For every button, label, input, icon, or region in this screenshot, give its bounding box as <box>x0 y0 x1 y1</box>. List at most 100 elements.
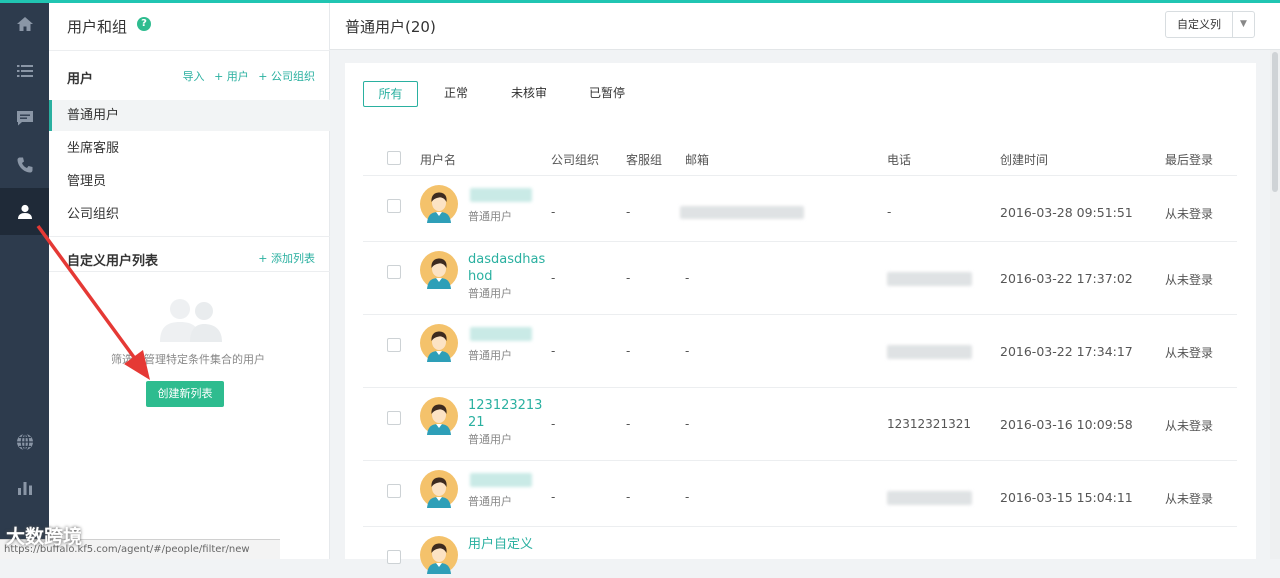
empty-description: 筛选、管理特定条件集合的用户 <box>111 353 265 366</box>
chevron-down-icon: ▼ <box>1232 12 1254 37</box>
user-role: 普通用户 <box>468 349 512 362</box>
row-divider <box>363 526 1237 527</box>
email-cell: - <box>685 417 690 431</box>
last-login-cell: 从未登录 <box>1165 492 1214 506</box>
page-scrollbar[interactable] <box>1270 50 1280 559</box>
user-role: 普通用户 <box>468 433 512 446</box>
tab-normal[interactable]: 正常 <box>433 81 479 107</box>
support-group-cell: - <box>626 490 631 504</box>
scrollbar-thumb[interactable] <box>1272 52 1278 192</box>
user-role: 普通用户 <box>468 287 512 300</box>
select-all-checkbox[interactable] <box>387 151 401 165</box>
created-time-cell: 2016-03-28 09:51:51 <box>1000 205 1133 220</box>
row-checkbox[interactable] <box>387 484 401 498</box>
phone-cell: - <box>887 205 892 219</box>
support-group-cell: - <box>626 344 631 358</box>
redacted-username <box>470 327 532 341</box>
redacted-email <box>680 206 804 219</box>
help-icon[interactable]: ? <box>137 17 151 31</box>
avatar <box>420 324 458 362</box>
rail-home[interactable] <box>0 0 49 47</box>
tab-all[interactable]: 所有 <box>363 81 418 107</box>
page-title: 普通用户(20) <box>345 18 436 36</box>
main-header: 普通用户(20) 自定义列 ▼ <box>330 0 1280 50</box>
users-table-card: 所有 正常 未核审 已暂停 用户名 公司组织 客服组 邮箱 电话 创建时间 最后… <box>345 63 1256 574</box>
row-divider <box>363 175 1237 176</box>
header-phone[interactable]: 电话 <box>887 151 911 168</box>
import-link[interactable]: 导入 <box>183 70 205 83</box>
redacted-phone <box>887 491 972 505</box>
user-role: 普通用户 <box>468 210 512 223</box>
customize-columns-label: 自定义列 <box>1177 18 1221 31</box>
email-cell: - <box>685 271 690 285</box>
add-user-link[interactable]: + 用户 <box>214 70 249 83</box>
created-time-cell: 2016-03-15 15:04:11 <box>1000 490 1133 505</box>
last-login-cell: 从未登录 <box>1165 346 1214 360</box>
nav-organizations[interactable]: 公司组织 <box>49 199 330 230</box>
customize-columns-dropdown[interactable]: 自定义列 ▼ <box>1165 11 1255 38</box>
organization-cell: - <box>551 205 556 219</box>
organization-cell: - <box>551 417 556 431</box>
last-login-cell: 从未登录 <box>1165 207 1214 221</box>
rail-globe[interactable] <box>0 418 49 465</box>
row-checkbox[interactable] <box>387 199 401 213</box>
add-list-link[interactable]: + 添加列表 <box>258 250 315 266</box>
avatar <box>420 536 458 574</box>
header-support-group[interactable]: 客服组 <box>626 151 662 168</box>
people-placeholder-icon <box>160 299 222 342</box>
header-email[interactable]: 邮箱 <box>685 151 709 168</box>
avatar <box>420 397 458 435</box>
redacted-username <box>470 188 532 202</box>
row-checkbox[interactable] <box>387 411 401 425</box>
user-icon <box>17 204 32 219</box>
redacted-phone <box>887 272 972 286</box>
rail-users[interactable] <box>0 188 49 235</box>
avatar <box>420 251 458 289</box>
divider <box>49 50 330 51</box>
phone-cell: 12312321321 <box>887 417 971 431</box>
users-section-links: 导入 + 用户 + 公司组织 <box>177 68 315 84</box>
username-link[interactable]: dasdasdhashod <box>468 251 548 285</box>
username-link[interactable]: 12312321321 <box>468 397 548 431</box>
created-time-cell: 2016-03-22 17:34:17 <box>1000 344 1133 359</box>
nav-agents[interactable]: 坐席客服 <box>49 133 330 164</box>
row-checkbox[interactable] <box>387 265 401 279</box>
user-role: 普通用户 <box>468 495 512 508</box>
redacted-phone <box>887 345 972 359</box>
header-organization[interactable]: 公司组织 <box>551 151 599 168</box>
users-groups-panel: 用户和组 ? 用户 导入 + 用户 + 公司组织 普通用户 坐席客服 管理员 公… <box>49 0 330 559</box>
row-checkbox[interactable] <box>387 550 401 564</box>
nav-admins[interactable]: 管理员 <box>49 166 330 197</box>
row-divider <box>363 460 1237 461</box>
list-icon <box>16 64 33 77</box>
avatar <box>420 185 458 223</box>
organization-cell: - <box>551 271 556 285</box>
watermark-text: 大数跨境 <box>6 526 83 548</box>
row-divider <box>363 387 1237 388</box>
create-list-button[interactable]: 创建新列表 <box>146 381 224 407</box>
created-time-cell: 2016-03-22 17:37:02 <box>1000 271 1133 286</box>
nav-regular-users[interactable]: 普通用户 <box>49 100 330 131</box>
rail-list[interactable] <box>0 47 49 94</box>
rail-phone[interactable] <box>0 141 49 188</box>
rail-stats[interactable] <box>0 464 49 511</box>
top-accent-line <box>0 0 1280 3</box>
header-username[interactable]: 用户名 <box>420 151 456 168</box>
add-org-link[interactable]: + 公司组织 <box>258 70 315 83</box>
support-group-cell: - <box>626 205 631 219</box>
row-divider <box>363 314 1237 315</box>
support-group-cell: - <box>626 417 631 431</box>
redacted-username <box>470 473 532 487</box>
username-link[interactable]: 用户自定义 <box>468 536 548 553</box>
tab-unverified[interactable]: 未核审 <box>501 81 557 107</box>
icon-rail <box>0 0 49 559</box>
custom-lists-heading: 自定义用户列表 <box>67 254 159 269</box>
rail-chat[interactable] <box>0 94 49 141</box>
divider <box>49 236 330 237</box>
support-group-cell: - <box>626 271 631 285</box>
tab-suspended[interactable]: 已暂停 <box>579 81 635 107</box>
row-checkbox[interactable] <box>387 338 401 352</box>
header-last-login[interactable]: 最后登录 <box>1165 151 1213 168</box>
organization-cell: - <box>551 490 556 504</box>
header-created-at[interactable]: 创建时间 <box>1000 151 1048 168</box>
